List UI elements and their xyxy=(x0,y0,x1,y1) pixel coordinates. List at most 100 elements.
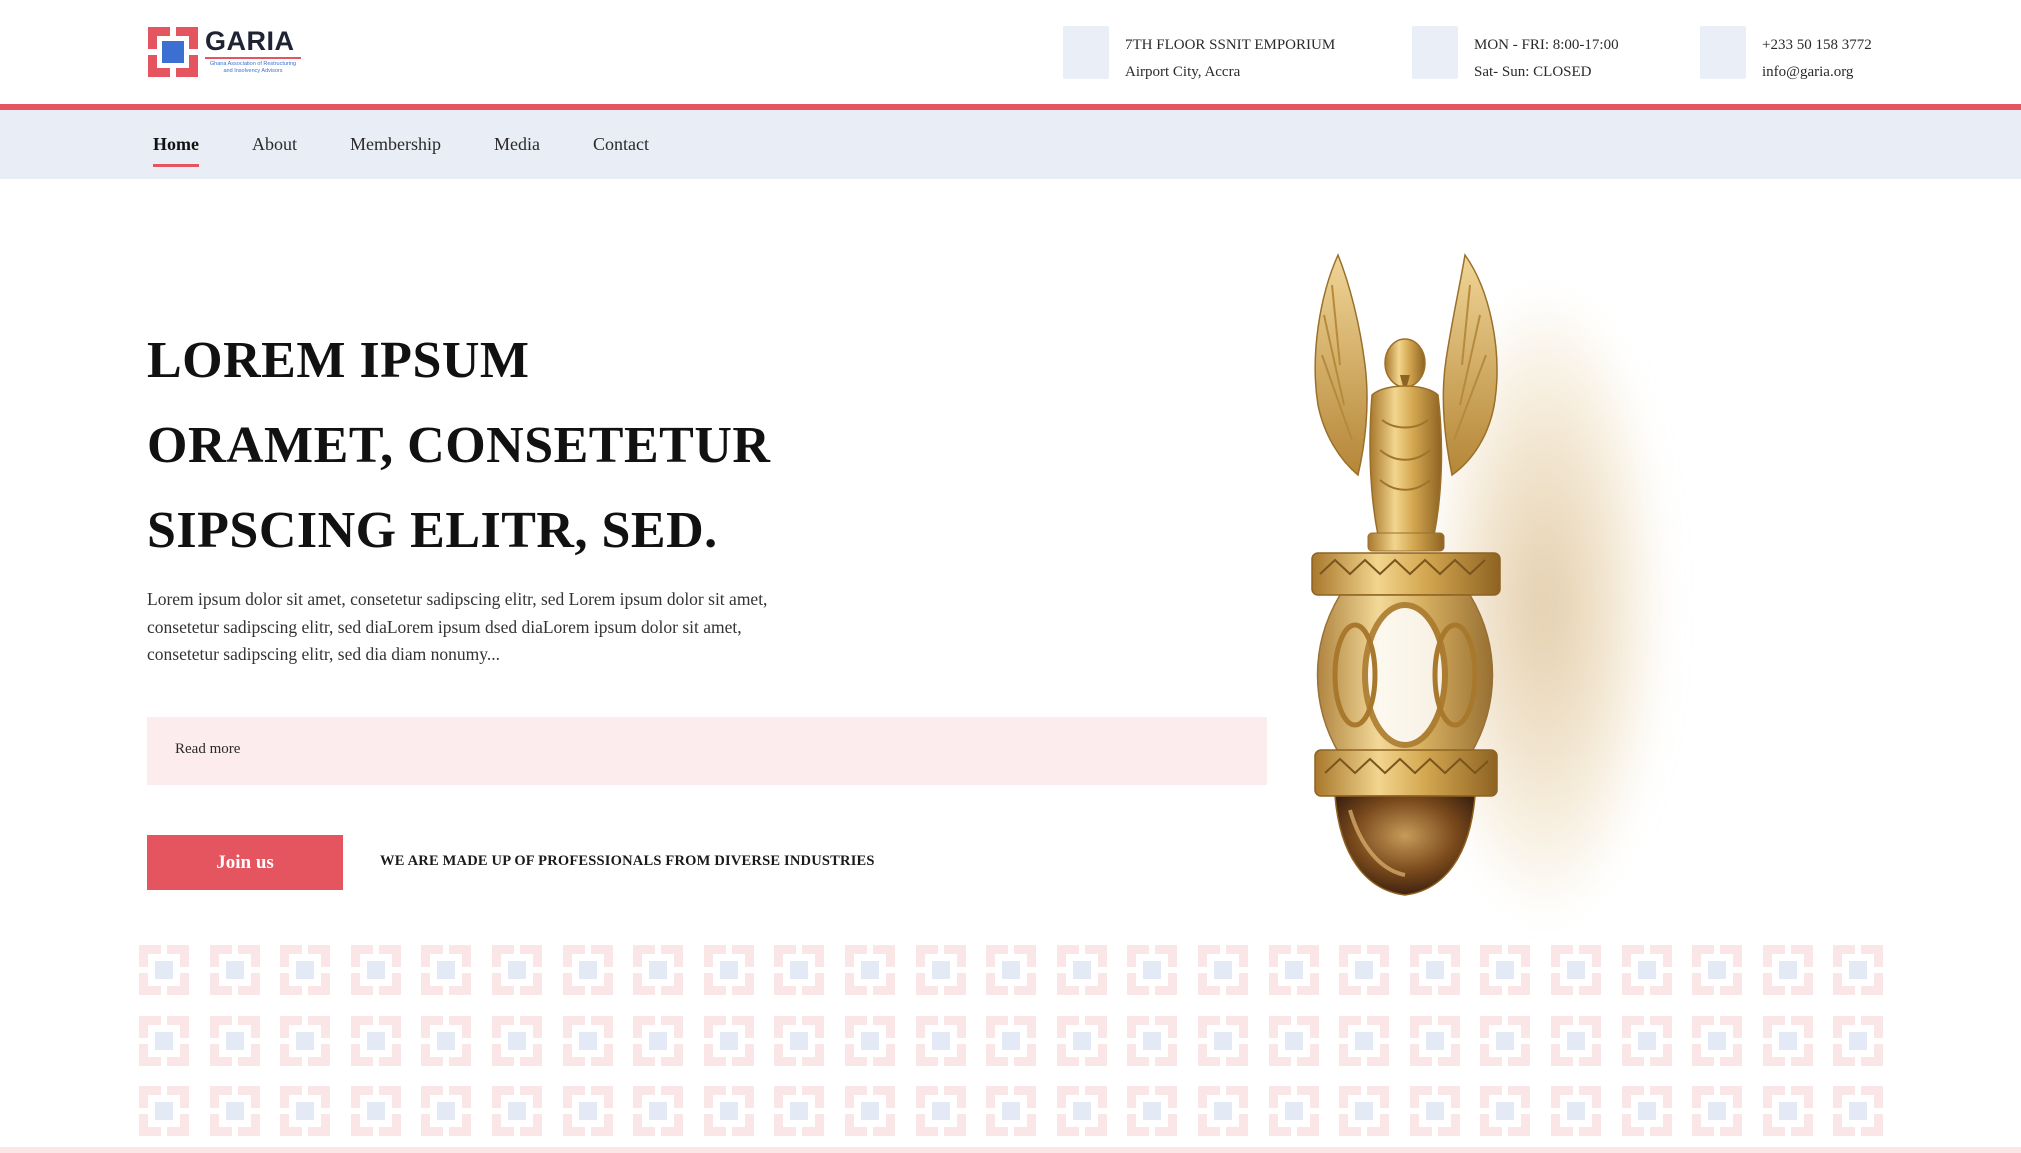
pattern-tile-icon xyxy=(1762,1086,1813,1136)
brand-subtitle-line2: and Insolvency Advisors xyxy=(223,68,283,74)
nav-list: Home About Membership Media Contact xyxy=(153,110,702,179)
hero-tagline: WE ARE MADE UP OF PROFESSIONALS FROM DIV… xyxy=(380,853,875,869)
hero-title-line-2: ORAMET, CONSETETUR xyxy=(147,417,771,474)
pattern-tile-icon xyxy=(421,945,472,995)
pattern-tile-icon xyxy=(1762,1015,1813,1066)
pattern-tile-icon xyxy=(915,1086,966,1136)
hero-description: Lorem ipsum dolor sit amet, consetetur s… xyxy=(147,589,768,664)
pattern-tile-icon xyxy=(1268,945,1319,995)
address-info: 7TH FLOOR SSNIT EMPORIUM Airport City, A… xyxy=(1063,26,1335,86)
email-address[interactable]: info@garia.org xyxy=(1762,59,1872,86)
pattern-tile-icon xyxy=(562,1015,613,1066)
pattern-tile-icon xyxy=(1621,945,1672,995)
nav-item-home[interactable]: Home xyxy=(153,130,199,167)
pattern-tile-icon xyxy=(421,1015,472,1066)
pattern-tile-icon xyxy=(562,1086,613,1136)
pattern-tile-icon xyxy=(703,945,754,995)
pattern-tile-icon xyxy=(845,1086,895,1136)
pattern-tile-icon xyxy=(703,1086,754,1136)
pattern-tile-icon xyxy=(421,1086,472,1136)
pattern-tile-icon xyxy=(703,1015,754,1066)
pattern-tile-icon xyxy=(1621,1086,1672,1136)
pattern-tile-icon xyxy=(209,1086,260,1136)
pattern-tile-icon xyxy=(845,945,895,995)
pattern-tile-icon xyxy=(915,945,966,995)
page: GARIA Ghana Association of Restructuring… xyxy=(0,0,2021,1153)
clock-icon xyxy=(1412,26,1458,79)
pattern-tile-icon xyxy=(1409,1086,1460,1136)
nav-item-membership[interactable]: Membership xyxy=(350,130,441,159)
pattern-tile-icon xyxy=(139,1086,189,1136)
pattern-tile-icon xyxy=(1127,1015,1178,1066)
location-icon xyxy=(1063,26,1109,79)
pattern-tile-icon xyxy=(1127,1086,1178,1136)
pattern-tile-icon xyxy=(1833,1086,1884,1136)
pattern-tile-icon xyxy=(845,1015,895,1066)
pattern-tile-icon xyxy=(562,945,613,995)
brand-subtitle-line1: Ghana Association of Restructuring xyxy=(209,61,297,67)
pattern-tile-icon xyxy=(1409,945,1460,995)
read-more-link[interactable]: Read more xyxy=(175,741,240,758)
pattern-tile-icon xyxy=(986,945,1037,995)
pattern-tile-icon xyxy=(492,945,542,995)
pattern-tile-icon xyxy=(209,945,260,995)
address-line-2: Airport City, Accra xyxy=(1125,64,1241,80)
pattern-tile-icon xyxy=(1127,945,1178,995)
pattern-tile-icon xyxy=(1198,1086,1248,1136)
address-line-1: 7TH FLOOR SSNIT EMPORIUM xyxy=(1125,37,1336,53)
nav-item-about[interactable]: About xyxy=(252,130,297,159)
main-nav: Home About Membership Media Contact xyxy=(0,110,2021,179)
golden-eagle-statue-image xyxy=(1311,253,1501,896)
phone-icon xyxy=(1700,26,1746,79)
join-us-button[interactable]: Join us xyxy=(147,835,343,890)
logo-mark-icon xyxy=(148,27,198,77)
pattern-tile-icon xyxy=(280,945,331,995)
pattern-tile-icon xyxy=(139,1015,189,1066)
pattern-tile-icon xyxy=(774,945,825,995)
pattern-tile-icon xyxy=(1551,1086,1601,1136)
pattern-tile-icon xyxy=(1692,1086,1743,1136)
pattern-tile-icon xyxy=(1551,945,1601,995)
pattern-tile-icon xyxy=(139,945,189,995)
pattern-tile-icon xyxy=(774,1086,825,1136)
pattern-tile-icon xyxy=(1268,1015,1319,1066)
pattern-tile-icon xyxy=(1268,1086,1319,1136)
contact-info: +233 50 158 3772 info@garia.org xyxy=(1700,26,1872,86)
top-header: GARIA Ghana Association of Restructuring… xyxy=(0,0,2021,105)
read-more-bar[interactable] xyxy=(147,717,1267,785)
pattern-tile-icon xyxy=(1339,1015,1390,1066)
pattern-tile-icon xyxy=(633,1015,684,1066)
pattern-tile-icon xyxy=(915,1015,966,1066)
nav-item-contact[interactable]: Contact xyxy=(593,130,649,159)
pattern-tile-icon xyxy=(492,1015,542,1066)
pattern-tile-icon xyxy=(350,945,401,995)
pattern-tile-icon xyxy=(350,1086,401,1136)
hours-line-2: Sat- Sun: CLOSED xyxy=(1474,64,1592,80)
pattern-tile-icon xyxy=(1833,1015,1884,1066)
pattern-tile-icon xyxy=(1198,1015,1248,1066)
logo-text: GARIA Ghana Association of Restructuring… xyxy=(205,27,301,75)
hours-info: MON - FRI: 8:00-17:00 Sat- Sun: CLOSED xyxy=(1412,26,1619,86)
logo-divider xyxy=(205,57,301,59)
pattern-tile-icon xyxy=(1056,945,1107,995)
pattern-tile-icon xyxy=(209,1015,260,1066)
hero-title-line-3: SIPSCING ELITR, SED. xyxy=(147,502,718,559)
pattern-tile-icon xyxy=(1409,1015,1460,1066)
nav-item-media[interactable]: Media xyxy=(494,130,540,159)
pattern-tile-icon xyxy=(986,1015,1037,1066)
decorative-tile-pattern xyxy=(139,945,1884,1136)
pattern-tile-icon xyxy=(1480,945,1531,995)
pattern-tile-icon xyxy=(1339,945,1390,995)
pattern-tile-icon xyxy=(1692,1015,1743,1066)
pattern-tile-icon xyxy=(1480,1015,1531,1066)
pattern-tile-icon xyxy=(1762,945,1813,995)
pattern-tile-icon xyxy=(774,1015,825,1066)
brand-name: GARIA xyxy=(205,26,295,56)
pattern-tile-icon xyxy=(986,1086,1037,1136)
pattern-tile-icon xyxy=(1621,1015,1672,1066)
pattern-tile-icon xyxy=(1692,945,1743,995)
phone-number[interactable]: +233 50 158 3772 xyxy=(1762,32,1872,59)
brand-logo[interactable]: GARIA Ghana Association of Restructuring… xyxy=(148,27,301,77)
pattern-tile-icon xyxy=(633,945,684,995)
pattern-tile-icon xyxy=(1480,1086,1531,1136)
